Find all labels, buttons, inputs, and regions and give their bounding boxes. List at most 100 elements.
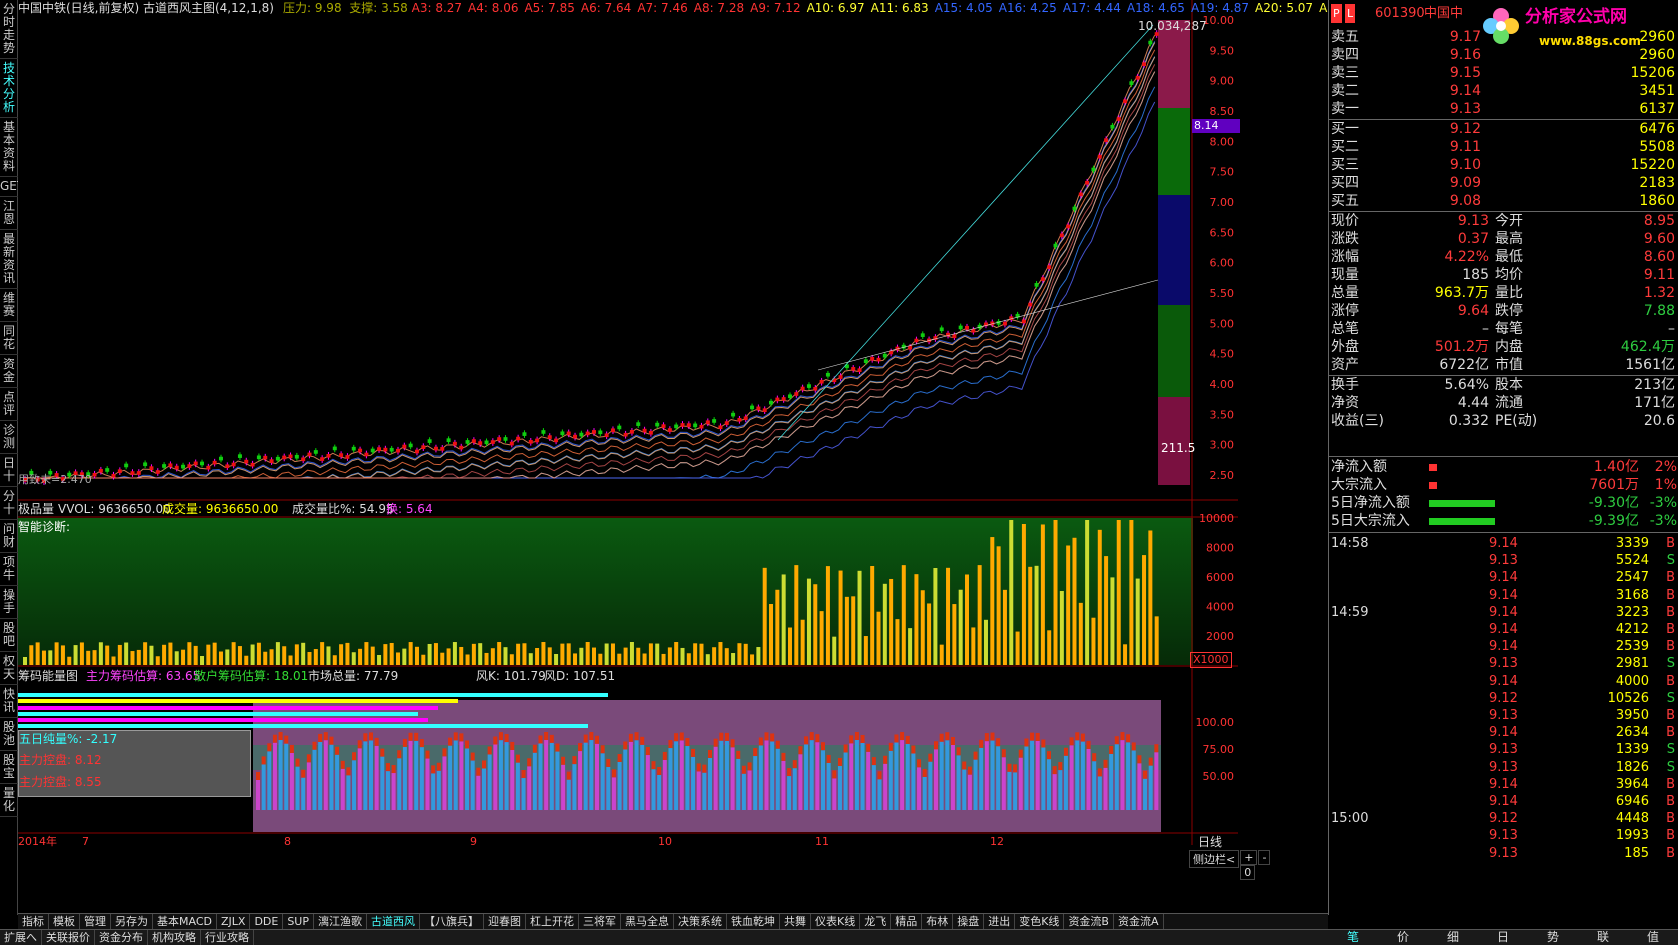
indicator-tab-13[interactable]: 三将军 (579, 914, 621, 930)
chip-bar (708, 757, 712, 810)
indicator-tab-4[interactable]: 基本MACD (153, 914, 217, 930)
nav-item-4[interactable]: 江恩 (0, 197, 18, 230)
nav-item-21[interactable]: 量化 (0, 784, 18, 817)
nav-item-0[interactable]: 分时走势 (0, 0, 18, 59)
nav-item-19[interactable]: 股池 (0, 718, 18, 751)
stat2-value: 5.64% (1444, 377, 1489, 393)
nav-item-2[interactable]: 基本资料 (0, 118, 18, 177)
nav-item-10[interactable]: 诊测 (0, 421, 18, 454)
nav-item-13[interactable]: 问财 (0, 520, 18, 553)
volume-bar (1072, 537, 1077, 665)
right-tab-0[interactable]: 侧边栏< (1189, 850, 1240, 868)
indicator-tab-1[interactable]: 模板 (49, 914, 80, 930)
indicator-tab-21[interactable]: 布林 (922, 914, 954, 930)
quote-tab-3[interactable]: 日 (1478, 930, 1528, 945)
indicator-tab-8[interactable]: 漓江渔歌 (314, 914, 367, 930)
indicator-tab-20[interactable]: 精品 (891, 914, 923, 930)
tick-side: B (1666, 725, 1675, 741)
nav-item-8[interactable]: 资金 (0, 355, 18, 388)
chart-area[interactable]: 10.00 9.50 9.00 8.50 8.00 7.50 7.00 6.50 6.00 5.5… (18, 0, 1358, 915)
nav-item-3[interactable]: GET (0, 177, 24, 197)
nav-item-20[interactable]: 股宝 (0, 751, 18, 784)
nav-item-11[interactable]: 日十 (0, 454, 18, 487)
nav-item-18[interactable]: 快讯 (0, 685, 18, 718)
chip-bar (284, 743, 289, 810)
x-axis-label: 11 (815, 835, 829, 848)
indicator-tab-3[interactable]: 另存为 (111, 914, 153, 930)
chip-bar (832, 778, 837, 810)
nav-item-14[interactable]: 项牛 (0, 553, 18, 586)
nav-item-5[interactable]: 最新资讯 (0, 230, 18, 289)
indicator-tab-24[interactable]: 变色K线 (1015, 914, 1065, 930)
indicator-tab-18[interactable]: 仪表K线 (811, 914, 861, 930)
right-tab-2[interactable]: - (1258, 850, 1271, 865)
indicator-tab-17[interactable]: 共舞 (780, 914, 811, 930)
sell-price: 9.15 (1449, 65, 1481, 81)
bottom-tab-3[interactable]: 机构攻略 (148, 930, 201, 945)
chip-bar (532, 752, 537, 810)
candle (396, 448, 401, 453)
flow-bar (1429, 518, 1495, 525)
nav-item-9[interactable]: 点评 (0, 388, 18, 421)
tick-side: S (1666, 553, 1675, 569)
stat-value: 9.13 (1457, 213, 1489, 229)
indicator-tab-7[interactable]: SUP (283, 914, 314, 930)
stat-label2: 量比 (1495, 285, 1523, 301)
nav-item-6[interactable]: 维赛 (0, 289, 18, 322)
quote-tab-2[interactable]: 细 (1428, 930, 1478, 945)
bottom-tab-1[interactable]: 关联报价 (42, 930, 95, 945)
nav-item-17[interactable]: 权天 (0, 652, 18, 685)
candle (965, 325, 970, 330)
indicator-tab-9[interactable]: 古道西风 (367, 914, 420, 930)
period-label[interactable]: 日线 (1198, 835, 1222, 849)
quote-tab-1[interactable]: 价 (1378, 930, 1428, 945)
indicator-tab-10[interactable]: 【八旗兵】 (420, 914, 484, 930)
stat-value2: 8.95 (1643, 213, 1675, 229)
chip-bar (352, 760, 357, 810)
chip-bar (572, 764, 577, 810)
chart-canvas[interactable]: 10.00 9.50 9.00 8.50 8.00 7.50 7.00 6.50 6.00 5.5… (18, 0, 1238, 845)
indicator-tab-5[interactable]: ZJLX (217, 914, 251, 930)
indicator-tab-16[interactable]: 铁血乾坤 (727, 914, 780, 930)
indicator-tab-26[interactable]: 资金流A (1114, 914, 1164, 930)
quote-tab-6[interactable]: 值 (1628, 930, 1678, 945)
tick-price: 9.14 (1489, 570, 1518, 586)
candle (263, 455, 268, 460)
tick-side: B (1666, 587, 1675, 603)
indicator-tab-11[interactable]: 迎春图 (484, 914, 526, 930)
right-tab-3[interactable]: 0 (1240, 865, 1256, 880)
indicator-tab-12[interactable]: 杠上开花 (526, 914, 579, 930)
nav-item-12[interactable]: 分十 (0, 487, 18, 520)
indicator-tab-25[interactable]: 资金流B (1064, 914, 1114, 930)
quote-tab-4[interactable]: 势 (1528, 930, 1578, 945)
bottom-tab-2[interactable]: 资金分布 (95, 930, 148, 945)
quote-tab-5[interactable]: 联 (1578, 930, 1628, 945)
nav-item-1[interactable]: 技术分析 (0, 59, 18, 118)
indicator-tab-6[interactable]: DDE (250, 914, 284, 930)
indicator-tab-14[interactable]: 黑马全息 (621, 914, 674, 930)
quote-tabs: 笔价细日势联值筹 (1328, 929, 1678, 945)
indicator-tab-23[interactable]: 进出 (984, 914, 1016, 930)
bottom-tab-4[interactable]: 行业攻略 (201, 930, 254, 945)
chip-bar (900, 740, 905, 810)
indicator-tab-22[interactable]: 操盘 (953, 914, 985, 930)
stat-value2: 9.11 (1643, 267, 1675, 283)
candle (718, 425, 723, 430)
indicator-tab-2[interactable]: 管理 (80, 914, 111, 930)
candle (465, 440, 470, 444)
indicator-tab-19[interactable]: 龙飞 (860, 914, 892, 930)
candle (162, 464, 167, 468)
bottom-tab-0[interactable]: 扩展へ (0, 930, 42, 945)
nav-item-7[interactable]: 同花 (0, 322, 18, 355)
nav-item-16[interactable]: 股吧 (0, 619, 18, 652)
indicator-tab-15[interactable]: 决策系统 (674, 914, 727, 930)
indicator-tab-0[interactable]: 指标 (18, 914, 49, 930)
sell-vol: 3451 (1639, 83, 1675, 99)
tick-vol: 2981 (1615, 656, 1649, 672)
candle (408, 443, 413, 448)
stat-row: 涨停 9.64 跌停 7.88 (1329, 302, 1678, 321)
right-tab-1[interactable]: + (1240, 850, 1258, 865)
nav-item-15[interactable]: 操手 (0, 586, 18, 619)
x-axis-label: 9 (470, 835, 477, 848)
quote-tab-0[interactable]: 笔 (1328, 930, 1378, 945)
